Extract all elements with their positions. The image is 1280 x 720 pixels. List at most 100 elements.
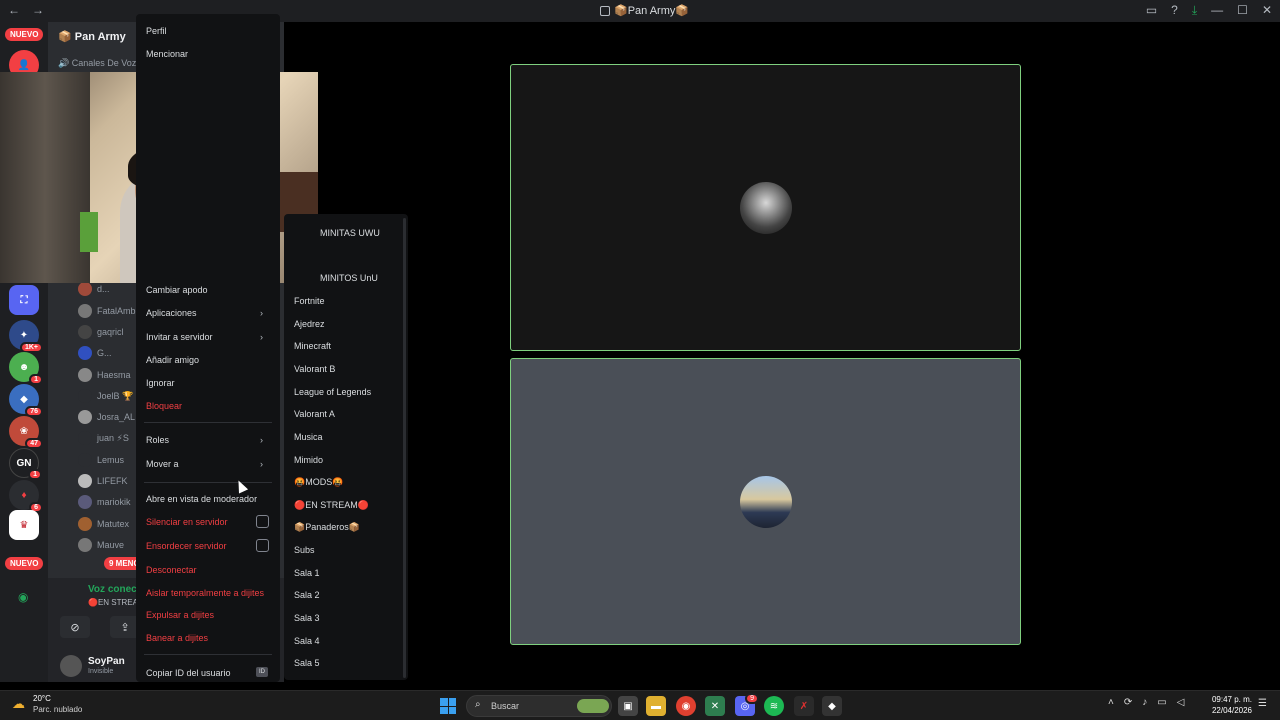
- sync-icon[interactable]: ⟳: [1124, 697, 1132, 708]
- checkbox[interactable]: [256, 539, 269, 552]
- microphone-icon[interactable]: ♪: [1142, 697, 1147, 708]
- user-name[interactable]: SoyPan: [88, 656, 125, 667]
- menu-item-profile[interactable]: Perfil: [146, 26, 167, 36]
- app-x-icon[interactable]: ✗: [794, 696, 814, 716]
- menu-item-label: Aplicaciones: [146, 308, 197, 318]
- voice-category[interactable]: 🔊 Canales De Voz: [58, 58, 136, 69]
- channel-option[interactable]: Sala 1: [294, 568, 320, 578]
- menu-item-server-deafen[interactable]: Ensordecer servidor: [146, 539, 269, 552]
- volume-icon[interactable]: ◁: [1177, 697, 1185, 708]
- channel-option[interactable]: Sala 4: [294, 636, 320, 646]
- menu-item-block[interactable]: Bloquear: [146, 401, 182, 411]
- channel-option[interactable]: Valorant B: [294, 364, 335, 374]
- voice-member[interactable]: G...: [78, 344, 112, 362]
- menu-item-timeout[interactable]: Aislar temporalmente a dijites: [146, 588, 264, 598]
- signal-icon[interactable]: ◉: [18, 590, 28, 604]
- menu-item-disconnect[interactable]: Desconectar: [146, 565, 197, 575]
- channel-option[interactable]: 🔴EN STREAM🔴: [294, 500, 369, 511]
- menu-item-moderator-view[interactable]: Abre en vista de moderador: [146, 494, 257, 504]
- weather-temperature[interactable]: 20°C: [33, 694, 51, 703]
- menu-item-mention[interactable]: Mencionar: [146, 49, 188, 59]
- voice-member[interactable]: FatalAmb: [78, 302, 136, 320]
- spotify-icon[interactable]: ≋: [764, 696, 784, 716]
- voice-member[interactable]: Lemus: [78, 451, 124, 469]
- screen-share-icon[interactable]: ▭: [1146, 3, 1157, 18]
- server-icon-6[interactable]: ♦ 6: [9, 480, 43, 513]
- voice-member[interactable]: Haesma: [78, 366, 131, 384]
- menu-item-move-to[interactable]: Mover a ›: [146, 459, 263, 469]
- channel-option[interactable]: Fortnite: [294, 296, 325, 306]
- channel-option[interactable]: 📦Panaderos📦: [294, 522, 360, 533]
- channel-option[interactable]: Subs: [294, 545, 315, 555]
- voice-member[interactable]: mariokik: [78, 493, 131, 511]
- app-icon: [600, 5, 610, 16]
- voice-member[interactable]: Matutex: [78, 515, 129, 533]
- forward-arrow-icon[interactable]: →: [32, 3, 44, 17]
- voice-member[interactable]: Josra_AL: [78, 408, 135, 426]
- server-icon-5[interactable]: ❀ 47: [9, 416, 43, 449]
- chrome-icon[interactable]: ◉: [676, 696, 696, 716]
- menu-item-add-friend[interactable]: Añadir amigo: [146, 355, 199, 365]
- server-icon-gn[interactable]: GN 1: [9, 448, 42, 480]
- taskbar-search[interactable]: ⌕ Buscar: [466, 695, 612, 717]
- server-icon-3[interactable]: ☻ 1: [9, 352, 43, 385]
- channel-option[interactable]: Valorant A: [294, 409, 335, 419]
- server-icon-1[interactable]: ⛶: [9, 285, 39, 315]
- excel-icon[interactable]: ✕: [705, 696, 725, 716]
- weather-description[interactable]: Parc. nublado: [33, 705, 82, 714]
- download-icon[interactable]: ⤓: [1192, 3, 1197, 18]
- avatar: [78, 389, 92, 403]
- channel-option[interactable]: MINITAS UWU: [320, 228, 380, 238]
- channel-option[interactable]: Sala 5: [294, 658, 320, 668]
- system-clock[interactable]: 09:47 p. m. 22/04/2026: [1206, 694, 1252, 716]
- close-button[interactable]: ✕: [1262, 3, 1272, 18]
- epic-games-icon[interactable]: ◆: [822, 696, 842, 716]
- file-explorer-icon[interactable]: ▬: [646, 696, 666, 716]
- avatar[interactable]: [60, 655, 82, 677]
- menu-item-ignore[interactable]: Ignorar: [146, 378, 175, 388]
- menu-item-roles[interactable]: Roles ›: [146, 435, 263, 445]
- weather-icon[interactable]: ☁: [12, 696, 25, 712]
- submenu-scrollbar[interactable]: [403, 218, 406, 678]
- channel-option[interactable]: Musica: [294, 432, 323, 442]
- participant-tile[interactable]: [510, 358, 1021, 645]
- server-icon-2[interactable]: ✦ 1K+: [9, 320, 43, 353]
- notification-icon[interactable]: ☰: [1258, 698, 1267, 709]
- task-view-icon[interactable]: ▣: [618, 696, 638, 716]
- menu-item-ban[interactable]: Banear a dijites: [146, 633, 208, 643]
- back-arrow-icon[interactable]: ←: [8, 3, 20, 17]
- voice-member[interactable]: JoelB 🏆: [78, 387, 133, 405]
- help-icon[interactable]: ?: [1171, 3, 1178, 18]
- channel-option[interactable]: League of Legends: [294, 387, 371, 397]
- menu-item-server-mute[interactable]: Silenciar en servidor: [146, 515, 269, 528]
- discord-icon[interactable]: ◎ 9: [735, 693, 759, 716]
- channel-option[interactable]: 🤬MODS🤬: [294, 477, 343, 488]
- start-button[interactable]: [440, 698, 456, 714]
- minimize-button[interactable]: —: [1211, 3, 1223, 18]
- voice-member[interactable]: gaqricl: [78, 323, 124, 341]
- voice-member[interactable]: LIFEFK: [78, 472, 128, 490]
- participant-tile[interactable]: [510, 64, 1021, 351]
- camera-off-icon[interactable]: ⊘: [60, 616, 90, 638]
- voice-member[interactable]: Mauve: [78, 536, 124, 554]
- channel-option[interactable]: Sala 3: [294, 613, 320, 623]
- server-icon-4[interactable]: ◆ 76: [9, 384, 43, 417]
- clock-time: 09:47 p. m.: [1211, 695, 1252, 704]
- menu-item-invite[interactable]: Invitar a servidor ›: [146, 332, 263, 342]
- checkbox[interactable]: [256, 515, 269, 528]
- menu-item-copy-id[interactable]: Copiar ID del usuario ID: [146, 667, 268, 678]
- network-icon[interactable]: ▭: [1157, 697, 1166, 708]
- channel-option[interactable]: Sala 2: [294, 590, 320, 600]
- menu-item-change-nickname[interactable]: Cambiar apodo: [146, 285, 208, 295]
- chevron-up-icon[interactable]: ˄: [1108, 697, 1114, 708]
- voice-member[interactable]: juan ⚡S: [78, 429, 129, 447]
- menu-item-apps[interactable]: Aplicaciones ›: [146, 308, 263, 318]
- channel-option[interactable]: MINITOS UnU: [320, 273, 378, 283]
- server-icon-7[interactable]: ♛: [9, 510, 39, 540]
- server-name[interactable]: 📦 Pan Army: [58, 30, 126, 43]
- maximize-button[interactable]: ☐: [1237, 3, 1248, 18]
- channel-option[interactable]: Mimido: [294, 455, 323, 465]
- channel-option[interactable]: Minecraft: [294, 341, 331, 351]
- channel-option[interactable]: Ajedrez: [294, 319, 325, 329]
- menu-item-kick[interactable]: Expulsar a dijites: [146, 610, 214, 620]
